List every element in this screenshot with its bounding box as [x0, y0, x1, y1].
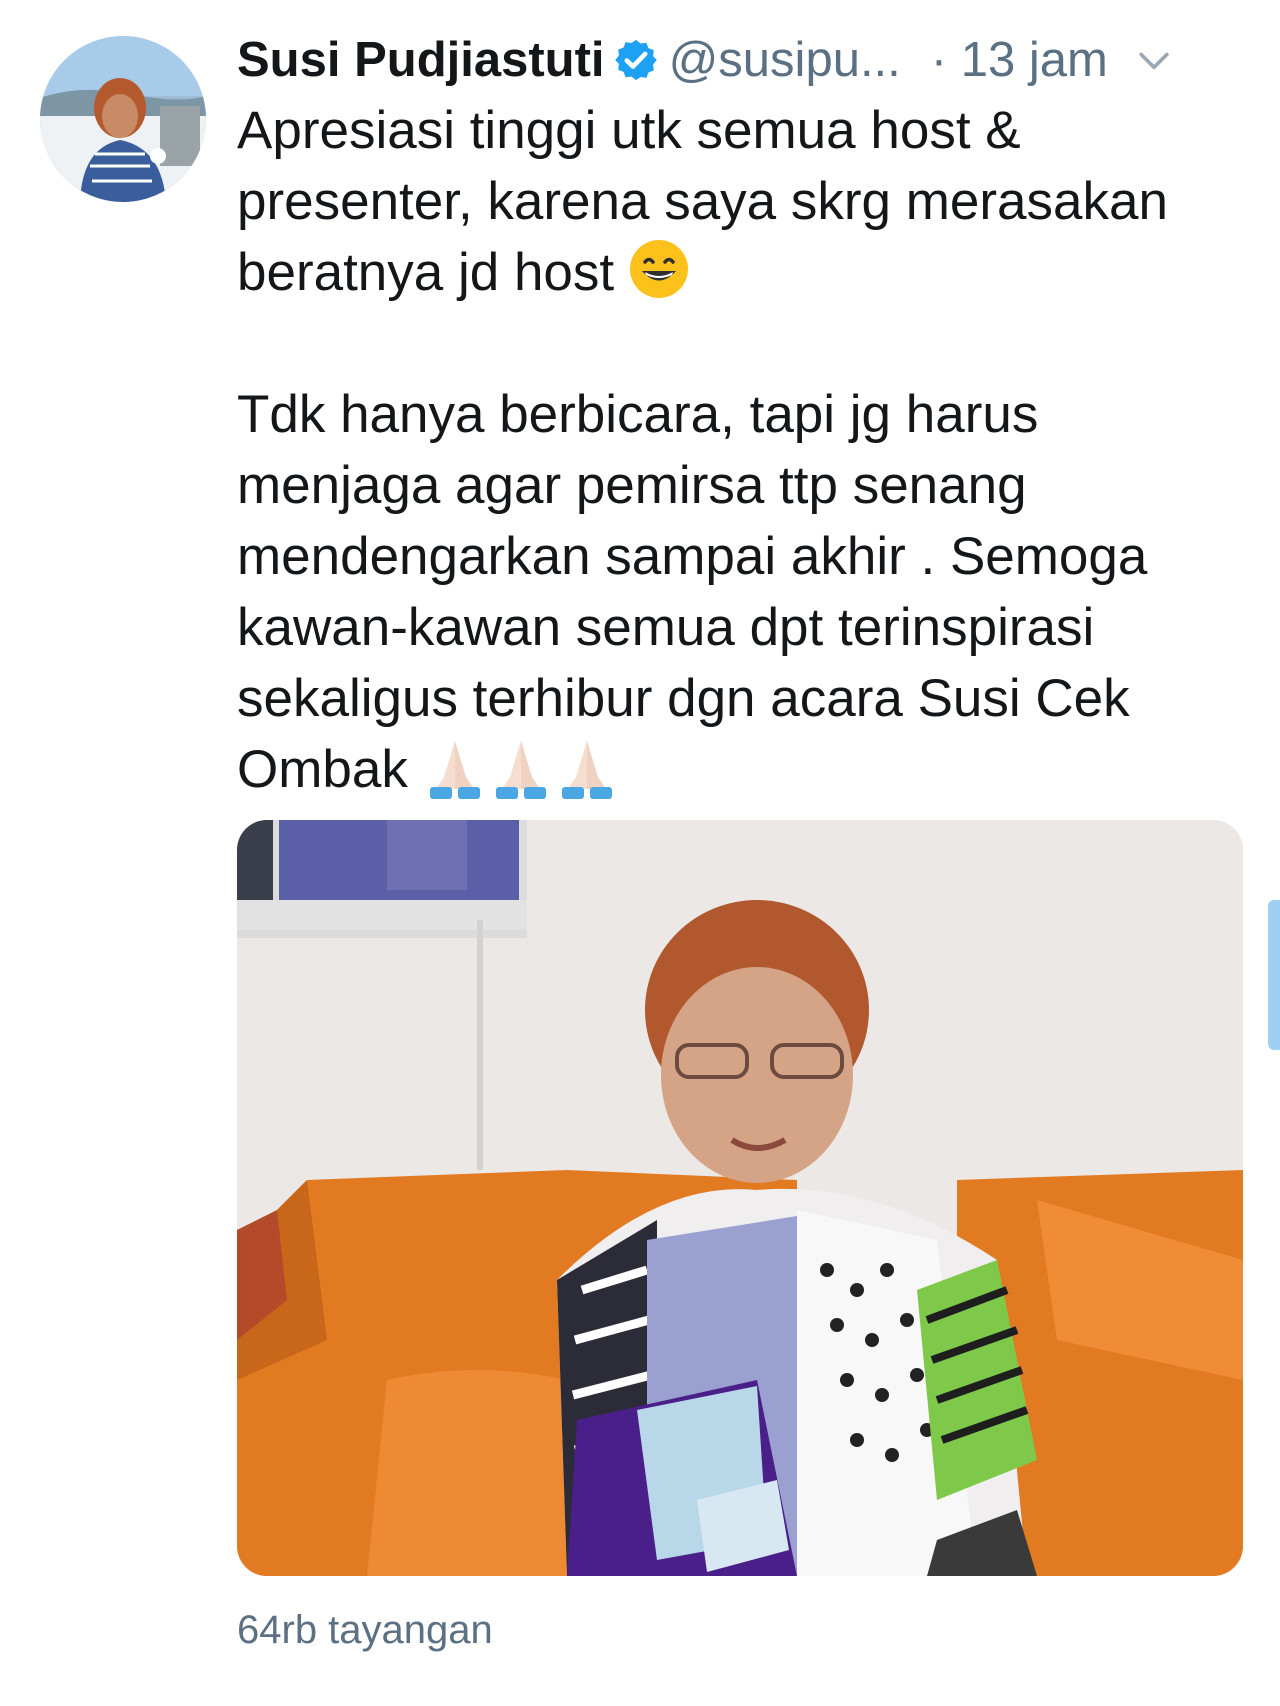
author-name[interactable]: Susi Pudjiastuti: [237, 32, 605, 88]
tweet-paragraph: Tdk hanya berbicara, tapi jg harus menja…: [237, 379, 1247, 819]
scrollbar[interactable]: [1268, 900, 1280, 1050]
chevron-down-icon[interactable]: [1132, 38, 1176, 82]
tweet-video[interactable]: [237, 820, 1243, 1576]
tweet-paragraph-1-text: Apresiasi tinggi utk semua host & presen…: [237, 101, 1168, 302]
author-avatar[interactable]: [40, 36, 206, 202]
folded-hands-emoji: [488, 737, 554, 801]
view-count: 64rb tayangan: [237, 1608, 493, 1652]
video-frame: [237, 820, 1243, 1576]
author-handle[interactable]: @susipu...: [669, 32, 901, 88]
tweet-paragraph-2-text: Tdk hanya berbicara, tapi jg harus menja…: [237, 385, 1148, 799]
verified-badge-icon: [613, 37, 659, 83]
folded-hands-emoji: [554, 737, 620, 801]
tweet-header: Susi Pudjiastuti @susipu... · 13 jam: [237, 28, 1237, 92]
tweet-body: Apresiasi tinggi utk semua host & presen…: [237, 95, 1247, 819]
tweet-paragraph: Apresiasi tinggi utk semua host & presen…: [237, 95, 1247, 308]
folded-hands-emoji: [422, 737, 488, 801]
folded-hands-emoji-group: [422, 737, 620, 819]
tweet-time[interactable]: · 13 jam: [931, 32, 1108, 88]
avatar-photo: [40, 36, 206, 202]
grinning-face-emoji: [628, 238, 690, 300]
